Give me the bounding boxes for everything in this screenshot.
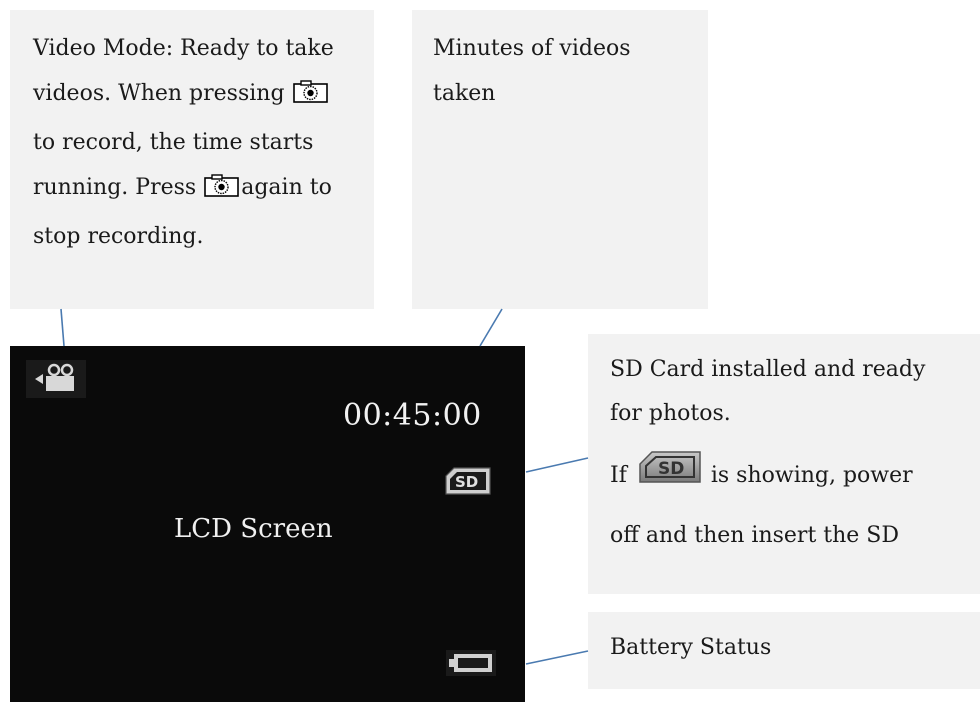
callout-text-line: taken: [433, 81, 496, 106]
callout-text-line: running. Press again to: [33, 165, 374, 214]
connector-line: [525, 457, 589, 473]
callout-text-line: Battery Status: [610, 635, 772, 660]
svg-text:SD: SD: [658, 459, 684, 479]
callout-text-line: SD Card installed and ready: [610, 357, 926, 382]
battery-icon: [446, 650, 496, 680]
callout-text-line: Minutes of videos: [433, 36, 631, 61]
callout-text-line: videos. When pressing: [33, 71, 374, 120]
callout-text-line: off and then insert the SD: [610, 523, 900, 548]
camera-shutter-icon: [292, 75, 330, 120]
connector-line: [60, 308, 65, 347]
sd-card-icon: SD: [444, 466, 492, 500]
callout-sd-card: SD Card installed and ready for photos. …: [588, 334, 980, 594]
callout-video-mode: Video Mode: Ready to take videos. When p…: [10, 10, 374, 309]
callout-minutes-taken: Minutes of videos taken: [412, 10, 708, 309]
connector-line: [479, 308, 503, 347]
camera-shutter-icon: [203, 169, 241, 214]
svg-text:SD: SD: [455, 473, 478, 491]
callout-text-line: for photos.: [610, 401, 731, 426]
callout-text-line: Video Mode: Ready to take: [33, 36, 334, 61]
lcd-screen-label: LCD Screen: [174, 514, 333, 544]
callout-battery-status: Battery Status: [588, 612, 980, 689]
callout-text-line: If SD is showing, power: [610, 450, 980, 500]
callout-text-line: stop recording.: [33, 224, 204, 249]
connector-line: [525, 650, 589, 665]
lcd-screen: 00:45:00 SD LCD Screen: [10, 346, 525, 702]
video-camera-icon: [26, 360, 86, 398]
recording-time: 00:45:00: [343, 398, 482, 433]
sd-card-missing-icon: SD: [634, 450, 704, 500]
callout-text-line: to record, the time starts: [33, 130, 314, 155]
